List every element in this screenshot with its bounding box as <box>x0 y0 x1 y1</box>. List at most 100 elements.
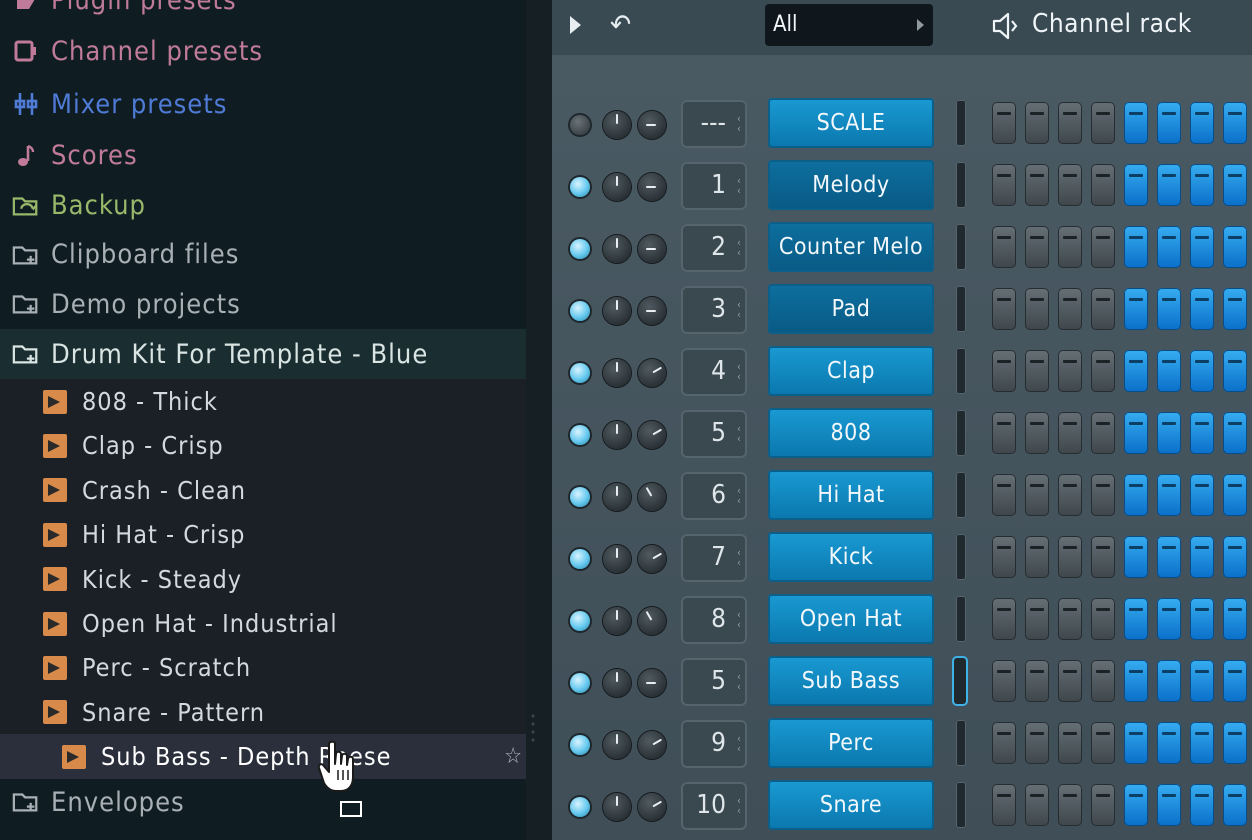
channel-name-button[interactable]: Open Hat <box>768 594 934 644</box>
browser-sample-item[interactable]: Open Hat - Industrial <box>0 601 526 646</box>
pan-knob[interactable] <box>638 607 666 635</box>
browser-item[interactable]: Plugin presets <box>0 0 526 25</box>
step-button[interactable] <box>1190 102 1214 144</box>
channel-name-button[interactable]: Clap <box>768 346 934 396</box>
browser-item[interactable]: Channel presets <box>0 25 526 77</box>
mixer-track-field[interactable]: --- ‹ ‹ <box>681 100 747 148</box>
channel-select-indicator[interactable] <box>956 286 966 332</box>
step-button[interactable] <box>1190 536 1214 578</box>
pan-knob[interactable] <box>638 111 666 139</box>
volume-knob[interactable] <box>603 669 631 697</box>
mixer-track-field[interactable]: 1 ‹ ‹ <box>681 162 747 210</box>
step-button[interactable] <box>1025 164 1049 206</box>
step-button[interactable] <box>1058 288 1082 330</box>
mute-led[interactable] <box>570 177 590 197</box>
step-button[interactable] <box>1190 288 1214 330</box>
browser-sample-item[interactable]: Clap - Crisp <box>0 423 526 469</box>
volume-knob[interactable] <box>603 173 631 201</box>
channel-select-indicator[interactable] <box>956 224 966 270</box>
step-button[interactable] <box>1091 412 1115 454</box>
play-arrow-icon[interactable] <box>570 16 581 34</box>
mute-led[interactable] <box>570 797 590 817</box>
volume-knob[interactable] <box>603 607 631 635</box>
step-button[interactable] <box>1091 536 1115 578</box>
step-button[interactable] <box>1025 722 1049 764</box>
step-button[interactable] <box>1157 164 1181 206</box>
browser-item[interactable]: Backup <box>0 181 526 230</box>
channel-name-button[interactable]: Melody <box>768 160 934 210</box>
mixer-track-field[interactable]: 9 ‹ ‹ <box>681 720 747 768</box>
volume-knob[interactable] <box>603 483 631 511</box>
mute-led[interactable] <box>570 425 590 445</box>
step-button[interactable] <box>1223 784 1247 826</box>
step-button[interactable] <box>1025 102 1049 144</box>
channel-select-indicator[interactable] <box>956 596 966 642</box>
step-button[interactable] <box>1190 722 1214 764</box>
mute-led[interactable] <box>570 363 590 383</box>
step-button[interactable] <box>1223 536 1247 578</box>
channel-select-indicator[interactable] <box>956 472 966 518</box>
step-button[interactable] <box>1025 598 1049 640</box>
channel-name-button[interactable]: Pad <box>768 284 934 334</box>
step-button[interactable] <box>992 598 1016 640</box>
step-button[interactable] <box>1157 350 1181 392</box>
step-button[interactable] <box>1091 350 1115 392</box>
step-button[interactable] <box>1223 288 1247 330</box>
step-button[interactable] <box>1091 102 1115 144</box>
step-button[interactable] <box>1091 722 1115 764</box>
step-button[interactable] <box>1157 722 1181 764</box>
step-button[interactable] <box>992 102 1016 144</box>
browser-item[interactable]: Demo projects <box>0 279 526 329</box>
channel-select-indicator[interactable] <box>954 658 966 704</box>
step-button[interactable] <box>992 722 1016 764</box>
browser-sample-item[interactable]: Snare - Pattern <box>0 689 526 735</box>
step-button[interactable] <box>1124 474 1148 516</box>
step-button[interactable] <box>992 288 1016 330</box>
pan-knob[interactable] <box>638 793 666 821</box>
mute-led[interactable] <box>570 487 590 507</box>
browser-item[interactable]: Envelopes <box>0 779 526 825</box>
step-button[interactable] <box>1124 536 1148 578</box>
step-button[interactable] <box>1223 598 1247 640</box>
step-button[interactable] <box>1058 722 1082 764</box>
volume-knob[interactable] <box>603 297 631 325</box>
channel-name-button[interactable]: 808 <box>768 408 934 458</box>
channel-name-button[interactable]: Kick <box>768 532 934 582</box>
step-button[interactable] <box>1157 474 1181 516</box>
channel-name-button[interactable]: Perc <box>768 718 934 768</box>
mute-led[interactable] <box>570 549 590 569</box>
step-button[interactable] <box>1190 226 1214 268</box>
channel-select-indicator[interactable] <box>956 162 966 208</box>
step-button[interactable] <box>1223 722 1247 764</box>
step-button[interactable] <box>1058 164 1082 206</box>
step-button[interactable] <box>1157 226 1181 268</box>
step-button[interactable] <box>1124 412 1148 454</box>
mixer-track-field[interactable]: 6 ‹ ‹ <box>681 472 747 520</box>
pan-knob[interactable] <box>638 173 666 201</box>
step-button[interactable] <box>1058 226 1082 268</box>
channel-name-button[interactable]: Sub Bass <box>768 656 934 706</box>
step-button[interactable] <box>1091 288 1115 330</box>
step-button[interactable] <box>1124 722 1148 764</box>
step-button[interactable] <box>1058 598 1082 640</box>
mute-led[interactable] <box>570 673 590 693</box>
mixer-track-field[interactable]: 4 ‹ ‹ <box>681 348 747 396</box>
volume-knob[interactable] <box>603 359 631 387</box>
step-button[interactable] <box>1223 102 1247 144</box>
browser-sample-item[interactable]: 808 - Thick <box>0 379 526 424</box>
step-button[interactable] <box>1091 164 1115 206</box>
step-button[interactable] <box>1190 598 1214 640</box>
volume-knob[interactable] <box>603 421 631 449</box>
step-button[interactable] <box>1124 288 1148 330</box>
step-button[interactable] <box>1223 350 1247 392</box>
channel-name-button[interactable]: Snare <box>768 780 934 830</box>
channel-select-indicator[interactable] <box>956 348 966 394</box>
step-button[interactable] <box>1124 784 1148 826</box>
step-button[interactable] <box>1091 784 1115 826</box>
volume-knob[interactable] <box>603 111 631 139</box>
pan-knob[interactable] <box>638 297 666 325</box>
step-button[interactable] <box>992 164 1016 206</box>
channel-select-indicator[interactable] <box>956 534 966 580</box>
step-button[interactable] <box>1025 350 1049 392</box>
channel-select-indicator[interactable] <box>956 720 966 766</box>
